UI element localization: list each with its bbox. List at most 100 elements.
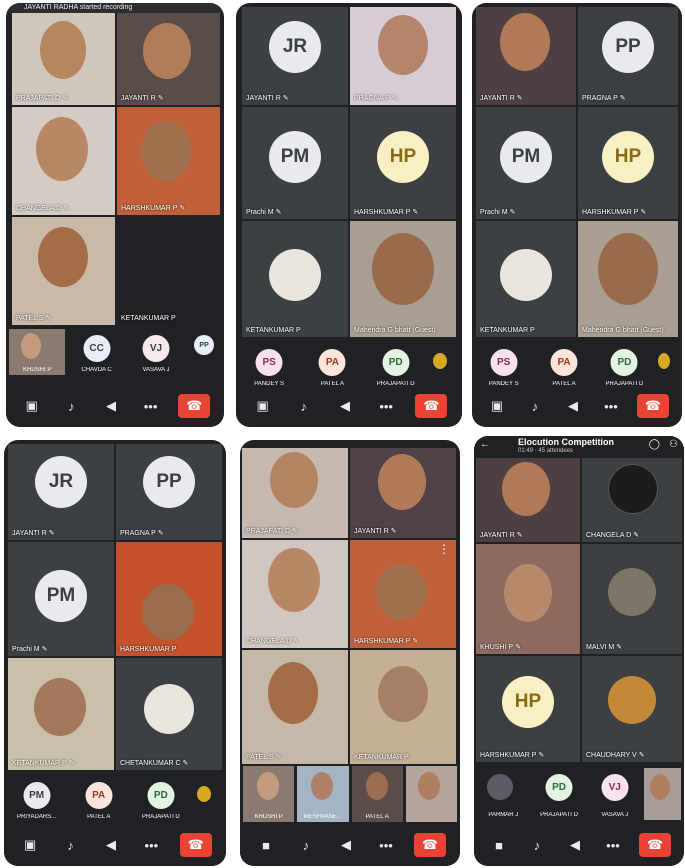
participant-thumb[interactable]: MESHVANE... [297, 766, 349, 822]
participant-tile[interactable]: HARSHKUMAR P ✎ [117, 107, 220, 215]
speaker-icon[interactable]: ◀ [561, 394, 585, 418]
camera-off-icon[interactable]: ▣ [18, 833, 42, 857]
participant-thumb[interactable]: PA PATEL A [535, 343, 593, 389]
camera-off-icon[interactable]: ▣ [251, 394, 275, 418]
participant-tile[interactable]: PM Prachi M ✎ [242, 107, 348, 219]
mic-off-icon[interactable]: ♪ [59, 394, 83, 418]
participant-thumb[interactable]: PD PRAJAPATI D [131, 776, 191, 822]
participant-tile[interactable]: JAYANTI R ✎ [350, 448, 456, 538]
camera-off-icon[interactable]: ▣ [20, 394, 44, 418]
mic-off-icon[interactable]: ♪ [292, 394, 316, 418]
speaker-icon[interactable]: ◀ [99, 394, 123, 418]
participant-name: Prachi M ✎ [480, 209, 516, 216]
more-options-icon[interactable]: ••• [601, 833, 625, 857]
mic-off-icon[interactable]: ♪ [523, 394, 547, 418]
participant-tile[interactable]: PM Prachi M ✎ [8, 542, 114, 656]
more-options-icon[interactable]: ••• [139, 394, 163, 418]
participant-thumb[interactable]: PS PANDEY S [475, 343, 533, 389]
participant-name: HARSHKUMAR P ✎ [480, 752, 545, 759]
participant-thumb[interactable]: PD PRAJAPATI D [595, 343, 654, 389]
speaker-icon[interactable]: ◀ [333, 394, 357, 418]
participant-thumb[interactable] [405, 766, 457, 822]
participant-name: VASAVA J [142, 367, 170, 373]
participant-tile[interactable]: PRAGNA P ✎ [350, 7, 456, 105]
more-options-icon[interactable]: ••• [374, 833, 398, 857]
avatar: PM [269, 131, 321, 183]
participant-thumb[interactable]: VJ VASAVA J [588, 768, 642, 820]
participant-tile[interactable]: PATEL S ✎ [242, 650, 348, 764]
participant-tile[interactable]: JR JAYANTI R ✎ [8, 444, 114, 540]
end-call-button[interactable]: ☎ [639, 833, 671, 857]
participant-tile[interactable]: KETANKUMAR P [117, 217, 220, 325]
participant-thumb[interactable]: PD PRAJAPATI D [365, 343, 426, 389]
participant-tile[interactable]: HP HARSHKUMAR P ✎ [476, 656, 580, 762]
more-options-icon[interactable]: ••• [599, 394, 623, 418]
mic-off-icon[interactable]: ♪ [59, 833, 83, 857]
speaker-icon[interactable]: ◀ [99, 833, 123, 857]
camera-off-icon[interactable]: ▣ [485, 394, 509, 418]
participant-tile[interactable]: CHETANKUMAR C ✎ [116, 658, 222, 770]
participant-tile[interactable]: ⋮ HARSHKUMAR P ✎ [350, 540, 456, 648]
more-options-icon[interactable]: ••• [139, 833, 163, 857]
participant-tile[interactable]: PRAJAPATI D ✎ [242, 448, 348, 538]
participant-thumb[interactable]: PM PRIYADARS... [7, 776, 67, 822]
participant-thumb[interactable]: PD PRAJAPATI D [532, 768, 586, 820]
participant-tile[interactable]: KETANKUMAR P [350, 650, 456, 764]
participant-thumb[interactable] [656, 343, 680, 389]
participant-thumb[interactable]: VJ VASAVA J [127, 329, 185, 375]
more-options-icon[interactable]: ••• [374, 394, 398, 418]
camera-icon[interactable]: ■ [487, 833, 511, 857]
end-call-button[interactable]: ☎ [637, 394, 669, 418]
participant-tile[interactable]: KETANKUMAR P ✎ [8, 658, 114, 770]
participant-thumb[interactable] [428, 343, 459, 389]
participant-tile[interactable]: Mahendra G bhatt (Guest) [350, 221, 456, 337]
participant-tile[interactable]: JAYANTI R ✎ [476, 458, 580, 542]
participant-thumb[interactable]: PARMAR J [477, 768, 530, 820]
end-call-button[interactable]: ☎ [414, 833, 446, 857]
participant-tile[interactable]: PP PRAGNA P ✎ [116, 444, 222, 540]
more-options-icon[interactable]: ⋮ [438, 542, 450, 556]
participant-tile[interactable]: CHANGELA D ✎ [582, 458, 682, 542]
participant-name: CHAVDA C [81, 367, 112, 373]
participant-tile[interactable]: JR JAYANTI R ✎ [242, 7, 348, 105]
participant-tile[interactable]: KETANKUMAR P [476, 221, 576, 337]
participant-tile[interactable]: KETANKUMAR P [242, 221, 348, 337]
participant-tile[interactable]: CHANGELA D ✎ [242, 540, 348, 648]
participant-thumb[interactable]: PS PANDEY S [239, 343, 300, 389]
participant-tile[interactable]: HP HARSHKUMAR P ✎ [578, 107, 678, 219]
participant-tile[interactable]: HP HARSHKUMAR P ✎ [350, 107, 456, 219]
end-call-button[interactable]: ☎ [179, 833, 212, 857]
mic-off-icon[interactable]: ♪ [294, 833, 318, 857]
people-icon[interactable]: ⚇ [669, 439, 678, 450]
participant-tile[interactable]: Mahendra G bhatt (Guest) [578, 221, 678, 337]
participant-thumb[interactable]: CC CHAVDA C [68, 329, 125, 375]
participant-tile[interactable]: CHANGELA D ✎ [12, 107, 115, 215]
participant-tile[interactable]: PRAJAPATI D ✎ [12, 13, 115, 105]
participant-thumb[interactable]: PA PATEL A [302, 343, 363, 389]
speaker-icon[interactable]: ◀ [334, 833, 358, 857]
participant-thumb[interactable]: KHUSHI P [243, 766, 295, 822]
participant-tile[interactable]: HARSHKUMAR P [116, 542, 222, 656]
camera-icon[interactable]: ■ [254, 833, 278, 857]
participant-thumb[interactable]: PP [187, 329, 221, 375]
mic-off-icon[interactable]: ♪ [525, 833, 549, 857]
participant-tile[interactable]: JAYANTI R ✎ [476, 7, 576, 105]
participant-tile[interactable]: MALVI M ✎ [582, 544, 682, 654]
participant-thumb[interactable] [193, 776, 223, 822]
speaker-icon[interactable]: ◀ [563, 833, 587, 857]
back-arrow-icon[interactable]: ← [480, 439, 490, 450]
chat-icon[interactable]: ◯ [649, 439, 660, 450]
participant-thumb[interactable]: KHUSHI P [9, 329, 66, 375]
participant-tile[interactable]: JAYANTI R ✎ [117, 13, 220, 105]
end-call-button[interactable]: ☎ [178, 394, 211, 418]
participant-name: PRAGNA P ✎ [582, 95, 626, 102]
participant-tile[interactable]: PM Prachi M ✎ [476, 107, 576, 219]
participant-thumb[interactable]: PA PATEL A [69, 776, 129, 822]
participant-thumb[interactable]: PATEL A [351, 766, 403, 822]
participant-thumb[interactable] [644, 768, 681, 820]
participant-tile[interactable]: CHAUDHARY V ✎ [582, 656, 682, 762]
participant-tile[interactable]: KHUSHI P ✎ [476, 544, 580, 654]
participant-tile[interactable]: PP PRAGNA P ✎ [578, 7, 678, 105]
end-call-button[interactable]: ☎ [415, 394, 448, 418]
participant-tile[interactable]: PATEL S ✎ [12, 217, 115, 325]
